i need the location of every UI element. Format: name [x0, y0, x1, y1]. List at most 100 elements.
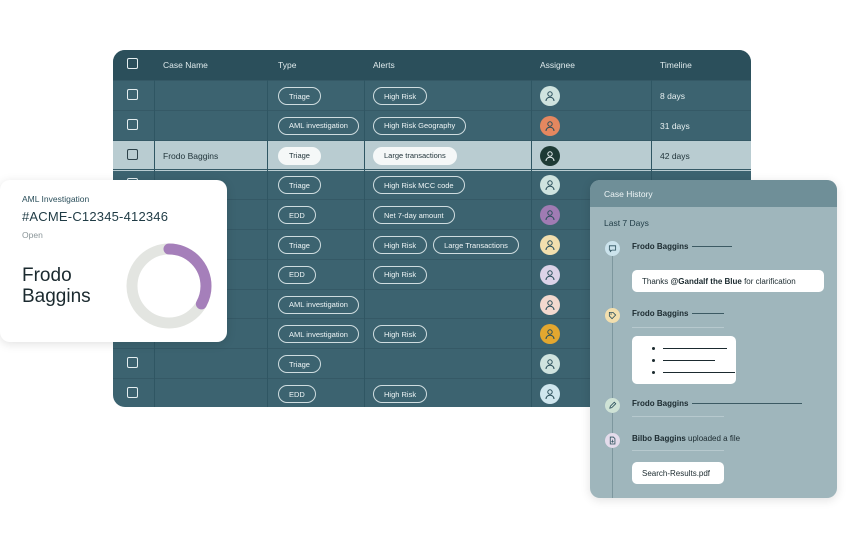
- investigation-type: AML Investigation: [22, 194, 90, 204]
- row-checkbox[interactable]: [127, 148, 138, 160]
- event-author: Bilbo Baggins: [632, 434, 686, 443]
- type-pill[interactable]: Triage: [278, 146, 321, 165]
- assignee-avatar[interactable]: [540, 235, 560, 255]
- row-checkbox[interactable]: [127, 89, 138, 100]
- assignee-avatar[interactable]: [540, 264, 560, 285]
- assignee-avatar[interactable]: [540, 175, 560, 196]
- row-checkbox[interactable]: [127, 118, 138, 130]
- alerts-cell: High Risk: [373, 379, 433, 407]
- pencil-icon: [605, 398, 620, 413]
- alerts-cell: High Risk Large Transactions: [373, 230, 525, 260]
- alert-pill[interactable]: Net 7-day amount: [373, 206, 455, 225]
- header-assignee[interactable]: Assignee: [540, 50, 575, 80]
- alerts-cell: High Risk Geography: [373, 111, 472, 141]
- event-rule: [692, 403, 802, 404]
- assignee-cell: [540, 141, 560, 171]
- type-pill[interactable]: Triage: [278, 87, 321, 105]
- column-divider: [531, 80, 532, 407]
- assignee-avatar[interactable]: [540, 205, 560, 226]
- assignee-avatar[interactable]: [540, 294, 560, 315]
- file-icon: [605, 433, 620, 448]
- user-icon: [545, 299, 555, 310]
- assignee-avatar[interactable]: [540, 86, 560, 106]
- user-icon: [545, 240, 555, 251]
- user-icon: [545, 121, 555, 131]
- select-all-checkbox[interactable]: [127, 58, 138, 69]
- header-case-name[interactable]: Case Name: [163, 50, 208, 80]
- user-icon: [545, 329, 555, 340]
- file-name: Search-Results.pdf: [642, 468, 711, 478]
- alert-pill[interactable]: High Risk Geography: [373, 116, 467, 135]
- assignee-avatar[interactable]: [540, 145, 560, 166]
- upload-action: uploaded a file: [688, 434, 741, 443]
- type-pill[interactable]: EDD: [278, 206, 316, 225]
- type-cell: AML investigation: [278, 111, 365, 141]
- row-checkbox[interactable]: [127, 387, 138, 398]
- alerts-cell: High Risk: [373, 260, 433, 290]
- assignee-cell: [540, 260, 560, 290]
- event-author: Frodo Baggins: [632, 309, 689, 318]
- assignee-cell: [540, 111, 560, 141]
- event-author: Frodo Baggins: [632, 242, 689, 251]
- header-type[interactable]: Type: [278, 50, 296, 80]
- type-pill[interactable]: AML investigation: [278, 295, 359, 314]
- event-rule: [692, 246, 732, 247]
- case-history-panel: Case History Last 7 Days Frodo Baggins T…: [590, 180, 837, 498]
- type-pill[interactable]: Triage: [278, 355, 321, 374]
- assignee-avatar[interactable]: [540, 115, 560, 136]
- alerts-cell: High Risk: [373, 81, 433, 111]
- event-underline: [632, 327, 724, 328]
- comment-bubble[interactable]: Thanks @Gandalf the Blue for clarificati…: [632, 270, 824, 292]
- upload-event-text: Bilbo Baggins uploaded a file: [632, 434, 740, 443]
- assignee-avatar[interactable]: [540, 354, 560, 375]
- timeline-cell: 31 days: [660, 120, 690, 131]
- alert-pill[interactable]: High Risk: [373, 325, 428, 344]
- type-pill[interactable]: EDD: [278, 265, 316, 284]
- user-icon: [545, 150, 555, 161]
- row-checkbox[interactable]: [127, 357, 138, 369]
- type-cell: Triage: [278, 141, 327, 171]
- case-name-cell: Frodo Baggins: [163, 150, 219, 161]
- tag-list-card[interactable]: [632, 336, 736, 384]
- type-pill[interactable]: AML investigation: [278, 325, 359, 344]
- type-pill[interactable]: Triage: [278, 236, 321, 254]
- header-alerts[interactable]: Alerts: [373, 50, 395, 80]
- alert-pill[interactable]: High Risk MCC code: [373, 176, 465, 195]
- column-divider: [267, 80, 268, 407]
- type-cell: Triage: [278, 170, 327, 200]
- investigation-card[interactable]: AML Investigation #ACME-C12345-412346 Op…: [0, 180, 227, 342]
- alert-pill[interactable]: High Risk: [373, 265, 428, 284]
- alert-pill[interactable]: High Risk: [373, 385, 428, 403]
- alert-pill[interactable]: High Risk: [373, 87, 428, 105]
- progress-donut: [126, 243, 212, 329]
- assignee-avatar[interactable]: [540, 384, 560, 404]
- column-divider: [364, 80, 365, 407]
- table-row[interactable]: Triage High Risk 8 days: [113, 80, 751, 111]
- type-cell: AML investigation: [278, 290, 365, 320]
- case-history-title: Case History: [590, 180, 837, 207]
- comment-text-post: for clarification: [741, 276, 796, 286]
- comment-text-pre: Thanks: [642, 276, 671, 286]
- type-cell: EDD: [278, 379, 322, 407]
- assignee-avatar[interactable]: [540, 324, 560, 345]
- list-item: [652, 347, 727, 350]
- type-cell: Triage: [278, 81, 327, 111]
- chat-icon: [605, 241, 620, 256]
- type-pill[interactable]: Triage: [278, 176, 321, 195]
- table-row[interactable]: Frodo Baggins Triage Large transactions 42 …: [113, 139, 751, 171]
- alerts-cell: High Risk MCC code: [373, 170, 471, 200]
- header-timeline[interactable]: Timeline: [660, 50, 692, 80]
- alert-pill[interactable]: Large transactions: [373, 146, 457, 165]
- list-item: [652, 359, 715, 362]
- alert-pill[interactable]: Large Transactions: [433, 236, 519, 254]
- comment-mention[interactable]: @Gandalf the Blue: [670, 277, 741, 286]
- type-pill[interactable]: AML investigation: [278, 116, 359, 135]
- type-pill[interactable]: EDD: [278, 385, 316, 403]
- table-row[interactable]: AML investigation High Risk Geography 31 d…: [113, 109, 751, 141]
- event-underline: [632, 416, 724, 417]
- file-attachment[interactable]: Search-Results.pdf: [632, 462, 724, 484]
- user-icon: [545, 359, 555, 370]
- type-cell: Triage: [278, 230, 327, 260]
- alert-pill[interactable]: High Risk: [373, 236, 428, 254]
- event-author: Frodo Baggins: [632, 399, 689, 408]
